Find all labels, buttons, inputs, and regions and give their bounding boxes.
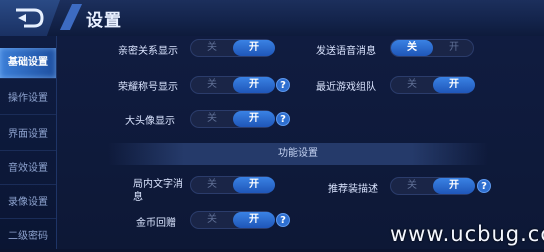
help-icon[interactable]: ? (276, 213, 290, 227)
intimacy-label: 亲密关系显示 (118, 46, 178, 57)
help-icon[interactable]: ? (276, 112, 290, 126)
toggle-off-option[interactable]: 关 (191, 111, 233, 127)
intimacy-toggle[interactable]: 关 开 (190, 39, 275, 57)
ingame-text-label-line2: 息 (133, 192, 143, 203)
help-icon[interactable]: ? (276, 78, 290, 92)
toggle-off-option[interactable]: 关 (391, 178, 433, 194)
honor-title-label: 荣耀称号显示 (118, 82, 178, 93)
toggle-on-option[interactable]: 开 (233, 40, 275, 56)
sidebar-item-controls[interactable]: 操作设置 (0, 84, 56, 115)
title-divider (59, 4, 83, 30)
top-bar: 设置 (0, 0, 544, 37)
toggle-off-option[interactable]: 关 (191, 177, 233, 193)
recent-team-label: 最近游戏组队 (316, 82, 376, 93)
toggle-on-option[interactable]: 开 (233, 212, 275, 228)
ingame-text-toggle[interactable]: 关 开 (190, 176, 275, 194)
watermark: www.ucbug.cc (390, 222, 544, 246)
toggle-on-option[interactable]: 开 (233, 77, 275, 93)
section-title: 功能设置 (278, 148, 318, 159)
gold-gift-label: 金币回赠 (136, 218, 176, 229)
toggle-on-option[interactable]: 开 (433, 40, 475, 56)
sidebar-item-basic[interactable]: 基础设置 (0, 48, 56, 79)
toggle-off-option[interactable]: 关 (391, 40, 433, 56)
recent-team-toggle[interactable]: 关 开 (390, 76, 475, 94)
page-title: 设置 (86, 11, 122, 31)
toggle-off-option[interactable]: 关 (191, 40, 233, 56)
back-button[interactable] (0, 0, 60, 36)
toggle-on-option[interactable]: 开 (433, 77, 475, 93)
sidebar-item-second-password[interactable]: 二级密码 (0, 222, 56, 252)
toggle-on-option[interactable]: 开 (233, 111, 275, 127)
gold-gift-toggle[interactable]: 关 开 (190, 211, 275, 229)
recommend-gear-toggle[interactable]: 关 开 (390, 177, 475, 195)
help-icon[interactable]: ? (477, 179, 491, 193)
sidebar-item-sound[interactable]: 音效设置 (0, 154, 56, 185)
toggle-off-option[interactable]: 关 (191, 77, 233, 93)
toggle-on-option[interactable]: 开 (233, 177, 275, 193)
toggle-off-option[interactable]: 关 (191, 212, 233, 228)
big-avatar-label: 大头像显示 (125, 116, 175, 127)
sidebar-item-interface[interactable]: 界面设置 (0, 120, 56, 151)
sidebar: 基础设置 操作设置 界面设置 音效设置 录像设置 二级密码 (0, 36, 57, 249)
voice-msg-label: 发送语音消息 (316, 46, 376, 57)
toggle-off-option[interactable]: 关 (391, 77, 433, 93)
big-avatar-toggle[interactable]: 关 开 (190, 110, 275, 128)
toggle-on-option[interactable]: 开 (433, 178, 475, 194)
voice-msg-toggle[interactable]: 关 开 (390, 39, 474, 57)
back-arrow-icon (16, 8, 44, 28)
section-header: 功能设置 (108, 143, 488, 165)
recommend-gear-label: 推荐装描述 (328, 184, 378, 195)
honor-title-toggle[interactable]: 关 开 (190, 76, 275, 94)
sidebar-item-replay[interactable]: 录像设置 (0, 188, 56, 219)
